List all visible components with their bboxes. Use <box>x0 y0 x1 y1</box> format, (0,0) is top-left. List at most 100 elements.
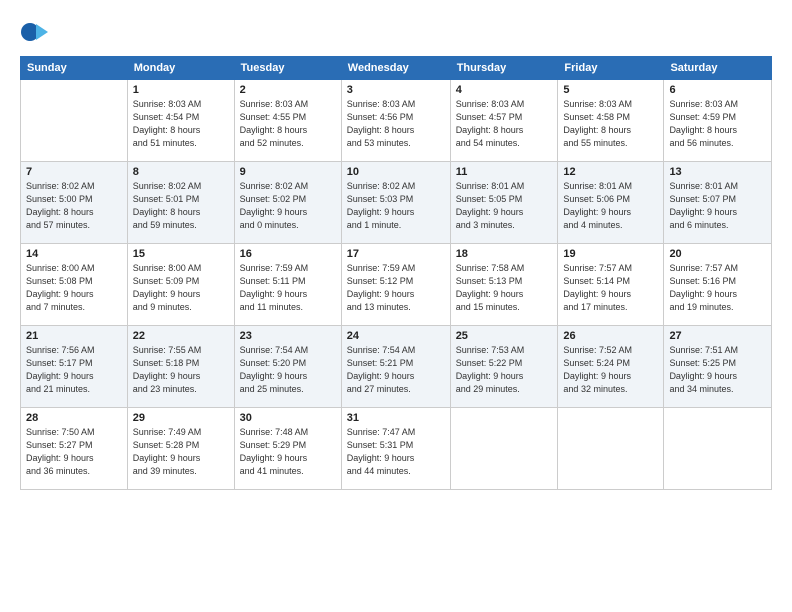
day-info: Sunrise: 7:57 AM Sunset: 5:14 PM Dayligh… <box>563 262 658 314</box>
calendar-week-row: 28 Sunrise: 7:50 AM Sunset: 5:27 PM Dayli… <box>21 408 772 490</box>
calendar-cell: 19 Sunrise: 7:57 AM Sunset: 5:14 PM Dayli… <box>558 244 664 326</box>
day-number: 19 <box>563 248 658 260</box>
day-number: 8 <box>133 166 229 178</box>
day-info: Sunrise: 7:56 AM Sunset: 5:17 PM Dayligh… <box>26 344 122 396</box>
day-number: 17 <box>347 248 445 260</box>
day-number: 29 <box>133 412 229 424</box>
day-info: Sunrise: 7:57 AM Sunset: 5:16 PM Dayligh… <box>669 262 766 314</box>
day-info: Sunrise: 8:00 AM Sunset: 5:09 PM Dayligh… <box>133 262 229 314</box>
calendar-cell: 16Sunrise: 7:59 AM Sunset: 5:11 PM Dayli… <box>234 244 341 326</box>
calendar-cell: 23 Sunrise: 7:54 AM Sunset: 5:20 PM Dayli… <box>234 326 341 408</box>
page: SundayMondayTuesdayWednesdayThursdayFrid… <box>0 0 792 612</box>
day-number: 3 <box>347 84 445 96</box>
calendar-cell <box>558 408 664 490</box>
calendar-cell: 10 Sunrise: 8:02 AM Sunset: 5:03 PM Dayli… <box>341 162 450 244</box>
day-number: 15 <box>133 248 229 260</box>
day-info: Sunrise: 8:02 AM Sunset: 5:01 PM Dayligh… <box>133 180 229 232</box>
header <box>20 18 772 46</box>
calendar-cell: 29 Sunrise: 7:49 AM Sunset: 5:28 PM Dayli… <box>127 408 234 490</box>
day-number: 20 <box>669 248 766 260</box>
day-number: 1 <box>133 84 229 96</box>
day-number: 4 <box>456 84 553 96</box>
day-number: 6 <box>669 84 766 96</box>
calendar-cell: 1 Sunrise: 8:03 AM Sunset: 4:54 PM Daylig… <box>127 80 234 162</box>
day-number: 24 <box>347 330 445 342</box>
day-info: Sunrise: 8:03 AM Sunset: 4:55 PM Dayligh… <box>240 98 336 150</box>
day-number: 27 <box>669 330 766 342</box>
day-info: Sunrise: 8:03 AM Sunset: 4:56 PM Dayligh… <box>347 98 445 150</box>
day-number: 30 <box>240 412 336 424</box>
day-number: 16 <box>240 248 336 260</box>
calendar-cell: 5 Sunrise: 8:03 AM Sunset: 4:58 PM Daylig… <box>558 80 664 162</box>
calendar-cell: 2 Sunrise: 8:03 AM Sunset: 4:55 PM Daylig… <box>234 80 341 162</box>
day-number: 22 <box>133 330 229 342</box>
day-number: 13 <box>669 166 766 178</box>
weekday-header-row: SundayMondayTuesdayWednesdayThursdayFrid… <box>21 57 772 80</box>
calendar-cell: 17 Sunrise: 7:59 AM Sunset: 5:12 PM Dayli… <box>341 244 450 326</box>
calendar-cell: 22 Sunrise: 7:55 AM Sunset: 5:18 PM Dayli… <box>127 326 234 408</box>
weekday-header-wednesday: Wednesday <box>341 57 450 80</box>
calendar-cell: 11Sunrise: 8:01 AM Sunset: 5:05 PM Dayli… <box>450 162 558 244</box>
calendar-cell: 30 Sunrise: 7:48 AM Sunset: 5:29 PM Dayli… <box>234 408 341 490</box>
logo-icon <box>20 18 48 46</box>
day-info: Sunrise: 8:02 AM Sunset: 5:03 PM Dayligh… <box>347 180 445 232</box>
day-number: 31 <box>347 412 445 424</box>
logo <box>20 18 52 46</box>
day-number: 21 <box>26 330 122 342</box>
calendar-cell: 8 Sunrise: 8:02 AM Sunset: 5:01 PM Daylig… <box>127 162 234 244</box>
day-number: 14 <box>26 248 122 260</box>
day-number: 2 <box>240 84 336 96</box>
day-info: Sunrise: 8:01 AM Sunset: 5:06 PM Dayligh… <box>563 180 658 232</box>
day-number: 7 <box>26 166 122 178</box>
calendar-week-row: 21 Sunrise: 7:56 AM Sunset: 5:17 PM Dayli… <box>21 326 772 408</box>
calendar-cell: 12 Sunrise: 8:01 AM Sunset: 5:06 PM Dayli… <box>558 162 664 244</box>
weekday-header-thursday: Thursday <box>450 57 558 80</box>
day-info: Sunrise: 7:55 AM Sunset: 5:18 PM Dayligh… <box>133 344 229 396</box>
weekday-header-friday: Friday <box>558 57 664 80</box>
calendar-cell: 24Sunrise: 7:54 AM Sunset: 5:21 PM Dayli… <box>341 326 450 408</box>
calendar-cell: 28 Sunrise: 7:50 AM Sunset: 5:27 PM Dayli… <box>21 408 128 490</box>
day-info: Sunrise: 7:50 AM Sunset: 5:27 PM Dayligh… <box>26 426 122 478</box>
day-info: Sunrise: 8:02 AM Sunset: 5:00 PM Dayligh… <box>26 180 122 232</box>
calendar-cell: 9 Sunrise: 8:02 AM Sunset: 5:02 PM Daylig… <box>234 162 341 244</box>
calendar-cell: 13 Sunrise: 8:01 AM Sunset: 5:07 PM Dayli… <box>664 162 772 244</box>
day-info: Sunrise: 8:03 AM Sunset: 4:58 PM Dayligh… <box>563 98 658 150</box>
calendar-cell: 7 Sunrise: 8:02 AM Sunset: 5:00 PM Daylig… <box>21 162 128 244</box>
day-info: Sunrise: 7:52 AM Sunset: 5:24 PM Dayligh… <box>563 344 658 396</box>
weekday-header-saturday: Saturday <box>664 57 772 80</box>
weekday-header-sunday: Sunday <box>21 57 128 80</box>
calendar-cell: 4 Sunrise: 8:03 AM Sunset: 4:57 PM Daylig… <box>450 80 558 162</box>
day-info: Sunrise: 7:48 AM Sunset: 5:29 PM Dayligh… <box>240 426 336 478</box>
calendar-week-row: 1 Sunrise: 8:03 AM Sunset: 4:54 PM Daylig… <box>21 80 772 162</box>
day-info: Sunrise: 8:03 AM Sunset: 4:54 PM Dayligh… <box>133 98 229 150</box>
day-number: 28 <box>26 412 122 424</box>
calendar-table: SundayMondayTuesdayWednesdayThursdayFrid… <box>20 56 772 490</box>
day-number: 10 <box>347 166 445 178</box>
day-info: Sunrise: 8:03 AM Sunset: 4:59 PM Dayligh… <box>669 98 766 150</box>
calendar-cell <box>664 408 772 490</box>
calendar-cell: 15 Sunrise: 8:00 AM Sunset: 5:09 PM Dayli… <box>127 244 234 326</box>
day-number: 25 <box>456 330 553 342</box>
day-info: Sunrise: 7:51 AM Sunset: 5:25 PM Dayligh… <box>669 344 766 396</box>
day-info: Sunrise: 7:58 AM Sunset: 5:13 PM Dayligh… <box>456 262 553 314</box>
day-info: Sunrise: 8:02 AM Sunset: 5:02 PM Dayligh… <box>240 180 336 232</box>
day-info: Sunrise: 7:53 AM Sunset: 5:22 PM Dayligh… <box>456 344 553 396</box>
day-number: 11 <box>456 166 553 178</box>
day-info: Sunrise: 7:47 AM Sunset: 5:31 PM Dayligh… <box>347 426 445 478</box>
day-number: 5 <box>563 84 658 96</box>
day-number: 9 <box>240 166 336 178</box>
day-number: 23 <box>240 330 336 342</box>
calendar-cell: 3 Sunrise: 8:03 AM Sunset: 4:56 PM Daylig… <box>341 80 450 162</box>
day-info: Sunrise: 7:54 AM Sunset: 5:20 PM Dayligh… <box>240 344 336 396</box>
calendar-week-row: 14Sunrise: 8:00 AM Sunset: 5:08 PM Dayli… <box>21 244 772 326</box>
calendar-cell: 20 Sunrise: 7:57 AM Sunset: 5:16 PM Dayli… <box>664 244 772 326</box>
day-number: 18 <box>456 248 553 260</box>
day-number: 12 <box>563 166 658 178</box>
day-info: Sunrise: 8:01 AM Sunset: 5:07 PM Dayligh… <box>669 180 766 232</box>
day-info: Sunrise: 8:03 AM Sunset: 4:57 PM Dayligh… <box>456 98 553 150</box>
day-info: Sunrise: 7:59 AM Sunset: 5:12 PM Dayligh… <box>347 262 445 314</box>
calendar-cell: 27 Sunrise: 7:51 AM Sunset: 5:25 PM Dayli… <box>664 326 772 408</box>
weekday-header-monday: Monday <box>127 57 234 80</box>
calendar-cell: 26Sunrise: 7:52 AM Sunset: 5:24 PM Dayli… <box>558 326 664 408</box>
day-info: Sunrise: 7:49 AM Sunset: 5:28 PM Dayligh… <box>133 426 229 478</box>
